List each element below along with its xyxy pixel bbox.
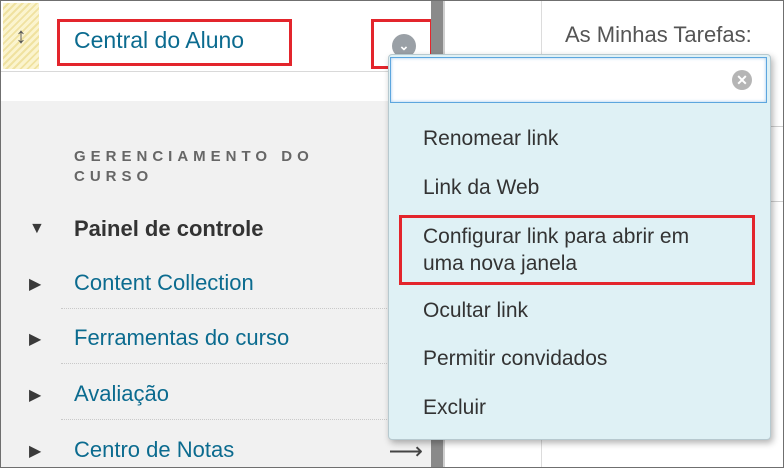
sidebar-item-label: Centro de Notas (74, 437, 235, 462)
divider (61, 308, 423, 309)
clear-icon[interactable]: ✕ (732, 70, 752, 90)
menu-item-renomear-link[interactable]: Renomear link (423, 125, 558, 152)
menu-item-label: Permitir convidados (423, 347, 608, 370)
expanded-triangle-icon: ▼ (29, 220, 45, 237)
menu-search-input[interactable] (399, 58, 723, 100)
context-menu: ✕ Renomear link Link da Web Configurar l… (388, 54, 771, 440)
divider (61, 363, 423, 364)
sidebar-item-ferramentas-do-curso[interactable]: ▶ Ferramentas do curso (1, 312, 431, 364)
sidebar-item-label: Avaliação (74, 381, 169, 406)
sidebar-item-label: Content Collection (74, 270, 254, 295)
sidebar-item-content-collection[interactable]: ▶ Content Collection (1, 257, 431, 309)
menu-search-box: ✕ (390, 57, 767, 103)
divider (61, 419, 423, 420)
menu-item-label: Excluir (423, 396, 487, 419)
collapsed-triangle-icon: ▶ (29, 331, 42, 348)
section-title-line: CURSO (74, 168, 154, 185)
highlight-box-configurar-link (399, 215, 755, 285)
menu-item-excluir[interactable]: Excluir (423, 394, 486, 421)
collapsed-triangle-icon: ▶ (29, 387, 42, 404)
drag-handle-icon[interactable]: ↕ (3, 3, 39, 69)
page-title: As Minhas Tarefas: (565, 22, 752, 47)
sidebar-item-avaliacao[interactable]: ▶ Avaliação (1, 368, 431, 420)
highlight-box-central-link (57, 19, 292, 66)
arrow-right-icon[interactable]: ⟶ (389, 437, 423, 466)
collapsed-triangle-icon: ▶ (29, 443, 42, 460)
sidebar-item-label: Painel de controle (74, 216, 264, 241)
menu-item-link-da-web[interactable]: Link da Web (423, 174, 539, 201)
menu-item-permitir-convidados[interactable]: Permitir convidados (423, 345, 607, 372)
course-menu-sidebar: ↕ Central do Aluno ⌄ GERENCIAMENTO DO CU… (1, 1, 433, 467)
screenshot-frame: ↕ Central do Aluno ⌄ GERENCIAMENTO DO CU… (0, 0, 784, 468)
section-title: GERENCIAMENTO DO CURSO (74, 147, 404, 187)
menu-item-ocultar-link[interactable]: Ocultar link (423, 297, 528, 324)
sidebar-item-centro-de-notas[interactable]: ▶ Centro de Notas ⟶ (1, 424, 431, 467)
sidebar-item-label: Ferramentas do curso (74, 325, 290, 350)
collapsed-triangle-icon: ▶ (29, 276, 42, 293)
menu-item-label: Link da Web (423, 176, 540, 199)
menu-item-label: Renomear link (423, 127, 559, 150)
sidebar-item-painel-de-controle[interactable]: ▼ Painel de controle (1, 203, 431, 255)
menu-item-label: Ocultar link (423, 299, 529, 322)
section-title-line: GERENCIAMENTO DO (74, 148, 314, 165)
